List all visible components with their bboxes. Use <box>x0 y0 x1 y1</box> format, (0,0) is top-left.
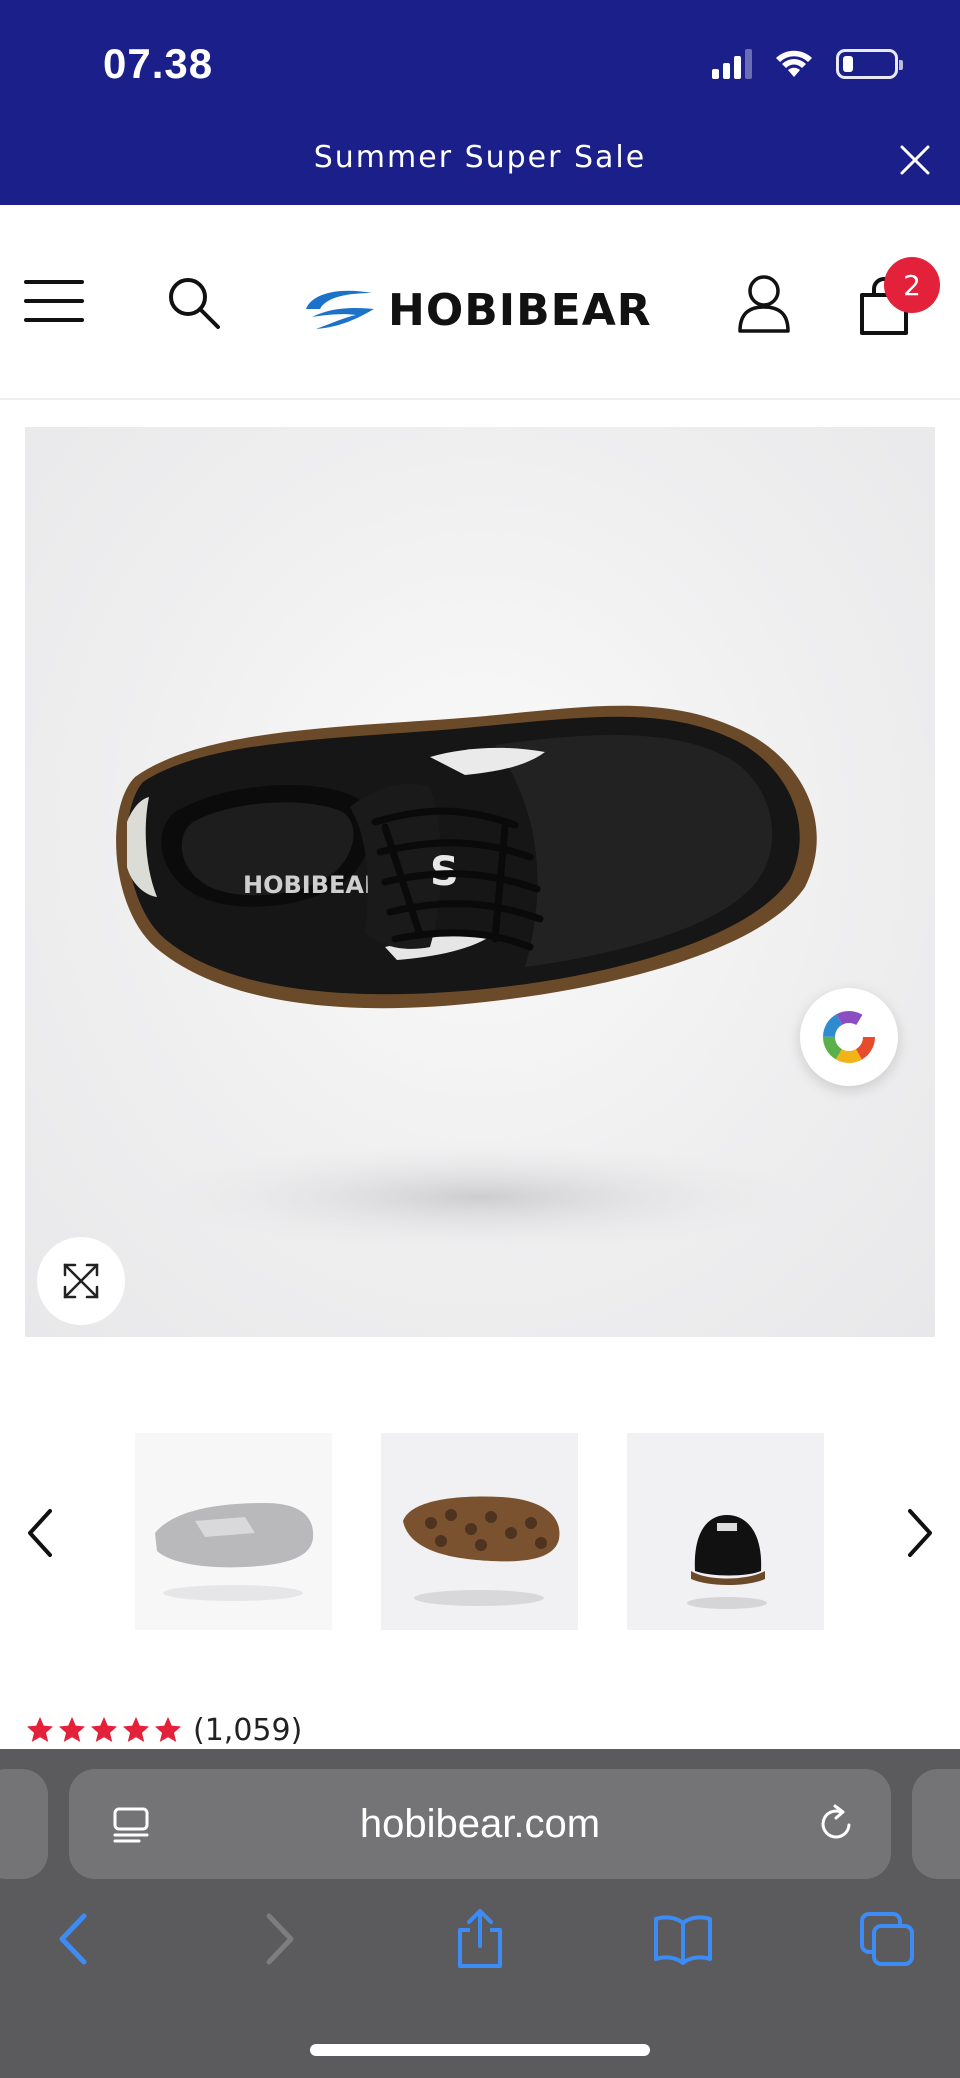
home-indicator[interactable] <box>310 2044 650 2056</box>
product-page: 07.38 Summer Super Sale HOBIBEAR 2 HOBIB… <box>0 0 960 2078</box>
bookmarks-book-icon <box>654 1915 712 1965</box>
bookmarks-button[interactable] <box>648 1904 718 1974</box>
thumbnail-sneaker-front-view[interactable] <box>627 1433 824 1630</box>
site-logo[interactable]: HOBIBEAR <box>302 284 652 336</box>
star-icon <box>122 1716 150 1742</box>
star-icon <box>26 1716 54 1742</box>
sneaker-sole-thumbnail <box>403 1496 560 1606</box>
browser-toolbar: hobibear.com <box>0 1749 960 2078</box>
share-icon <box>458 1909 502 1968</box>
insole-logo-text: HOBIBEAR <box>243 871 382 899</box>
product-rating[interactable]: (1,059) <box>25 1710 302 1750</box>
forward-button[interactable] <box>245 1904 315 1974</box>
tabs-button[interactable] <box>852 1904 922 1974</box>
color-picker-button[interactable] <box>800 988 898 1086</box>
star-icon <box>58 1716 86 1742</box>
top-banner: 07.38 Summer Super Sale <box>0 0 960 205</box>
cart-count-badge[interactable]: 2 <box>884 257 940 313</box>
thumbnail-sneaker-side-view[interactable] <box>135 1433 332 1630</box>
wifi-icon <box>776 50 812 77</box>
star-icon <box>154 1716 182 1742</box>
sneaker-front-thumbnail <box>687 1515 767 1609</box>
site-header: HOBIBEAR 2 <box>0 205 960 400</box>
chevron-right-icon[interactable] <box>900 1505 940 1561</box>
hobibear-logo-mark <box>306 290 374 329</box>
rating-count: (1,059) <box>193 1712 303 1748</box>
address-bar[interactable]: hobibear.com <box>69 1769 891 1879</box>
close-icon[interactable] <box>898 143 932 177</box>
browser-nav-row <box>0 1904 960 1984</box>
sneaker-side-thumbnail <box>155 1503 314 1601</box>
next-tab-preview[interactable] <box>912 1769 960 1879</box>
status-icons <box>712 46 903 82</box>
back-arrow-icon <box>59 1913 87 1965</box>
expand-image-button[interactable] <box>37 1237 125 1325</box>
promo-text[interactable]: Summer Super Sale <box>0 140 960 175</box>
tabs-icon <box>860 1912 914 1966</box>
back-button[interactable] <box>38 1904 108 1974</box>
color-wheel-icon <box>823 1011 875 1063</box>
main-product-image[interactable]: HOBIBEAR S <box>25 427 935 1337</box>
battery-icon <box>836 49 903 79</box>
status-time: 07.38 <box>103 40 214 87</box>
cellular-signal-icon <box>712 49 752 79</box>
star-icon <box>90 1716 118 1742</box>
url-text[interactable]: hobibear.com <box>69 1802 891 1847</box>
reload-icon[interactable] <box>815 1803 857 1845</box>
forward-arrow-icon <box>266 1913 294 1965</box>
user-icon[interactable] <box>736 273 792 333</box>
sneaker-illustration: HOBIBEAR S <box>116 705 817 1252</box>
previous-tab-preview[interactable] <box>0 1769 48 1879</box>
chevron-left-icon[interactable] <box>20 1505 60 1561</box>
rating-stars <box>25 1715 183 1745</box>
expand-arrows-icon <box>63 1263 99 1299</box>
share-button[interactable] <box>445 1904 515 1974</box>
thumbnail-sneaker-sole-view[interactable] <box>381 1433 578 1630</box>
search-icon[interactable] <box>166 275 222 331</box>
logo-text: HOBIBEAR <box>388 284 652 336</box>
hamburger-menu-icon[interactable] <box>24 280 84 326</box>
